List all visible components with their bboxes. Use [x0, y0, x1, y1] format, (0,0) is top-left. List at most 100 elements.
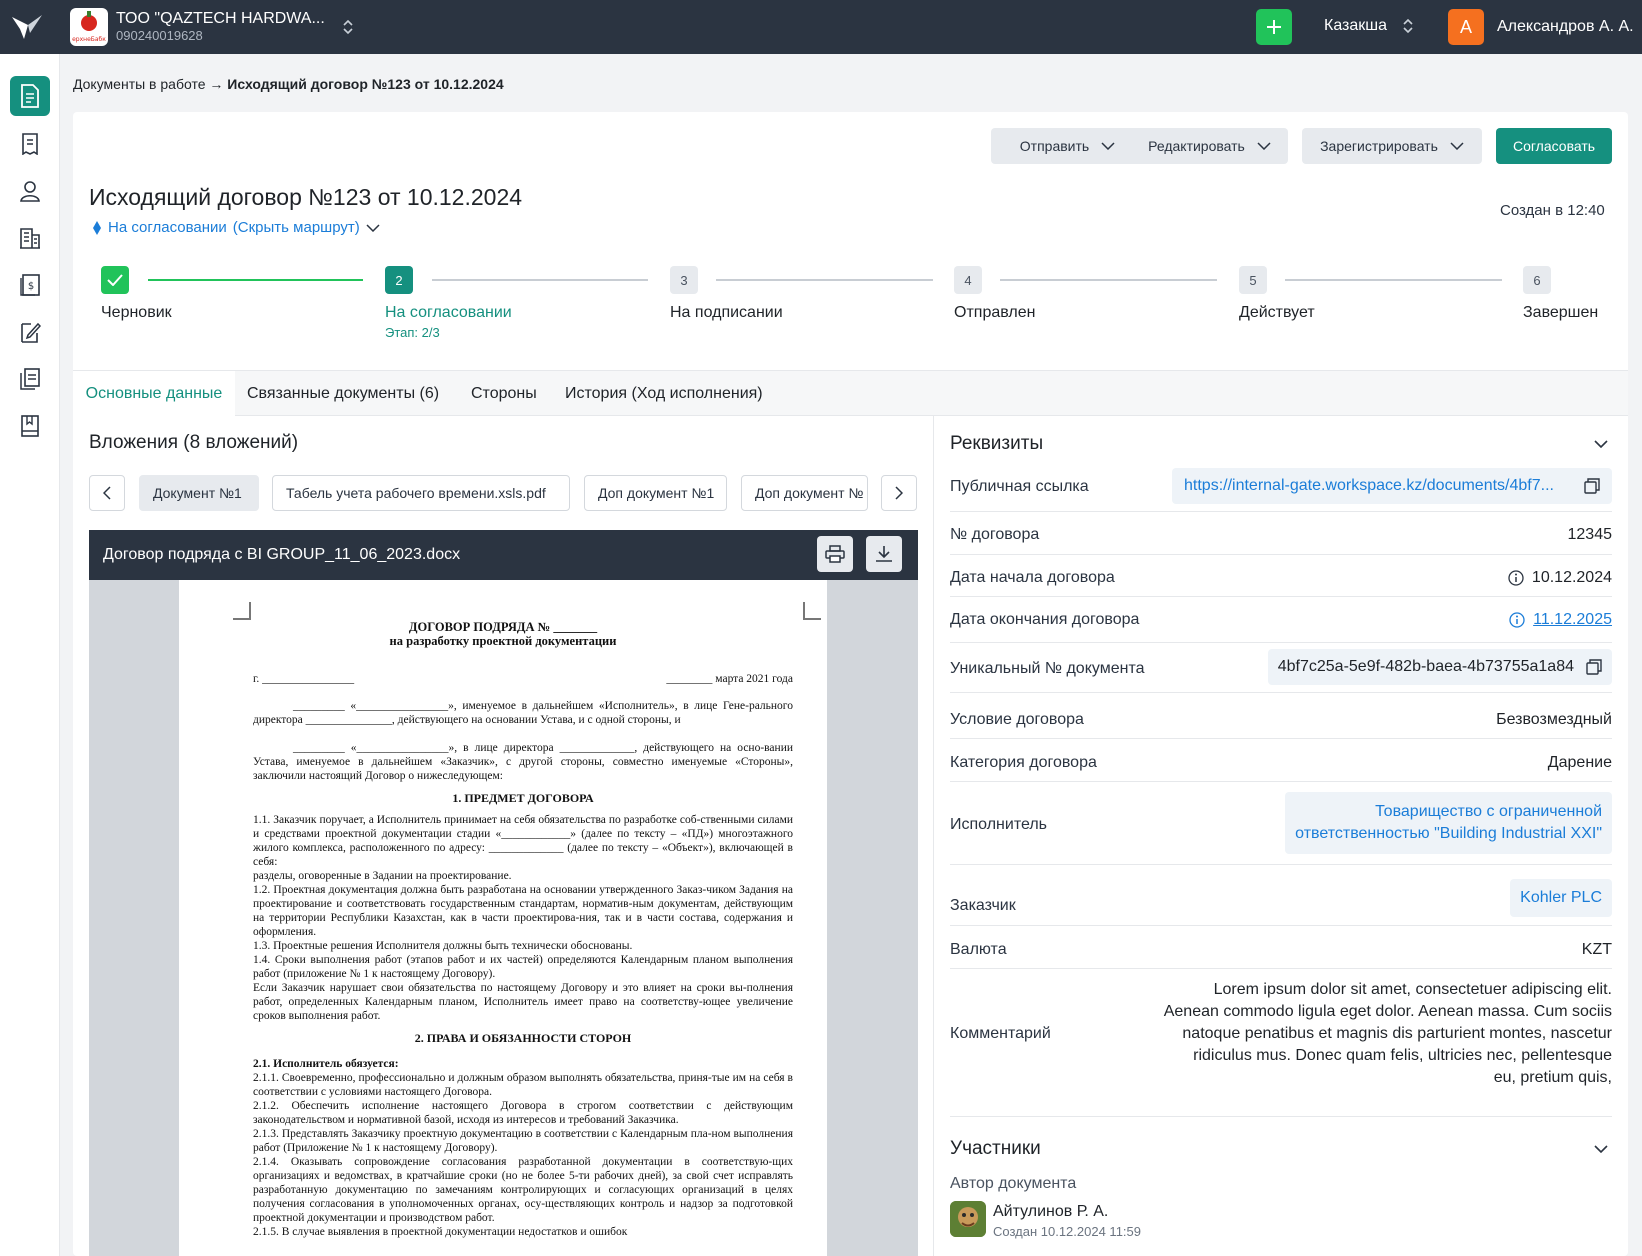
row-end-date: Дата окончания договора 11.12.2025	[950, 597, 1612, 643]
language-switcher[interactable]: Казакша	[1324, 17, 1413, 35]
document-viewer[interactable]: ДОГОВОР ПОДРЯДА № _______ на разработку …	[89, 580, 918, 1256]
attachment-chip[interactable]: Доп документ №1	[584, 475, 727, 511]
user-name[interactable]: Александров А. А.	[1497, 18, 1634, 36]
column-divider	[933, 416, 934, 1256]
contract-number-label: № договора	[950, 526, 1040, 543]
edit-document-icon	[21, 322, 41, 343]
sidebar-item-finance[interactable]: $	[10, 265, 50, 305]
check-icon	[107, 274, 123, 286]
user-icon	[20, 181, 40, 202]
step-1-marker	[101, 266, 129, 294]
row-currency: Валюта KZT	[950, 926, 1612, 969]
language-label: Казакша	[1324, 17, 1388, 34]
requisites-title: Реквизиты	[950, 433, 1044, 454]
copy-icon[interactable]	[1584, 478, 1600, 494]
step-connector	[1000, 279, 1217, 281]
org-logo: ерхнеБабк	[70, 8, 108, 46]
status-text: На согласовании	[108, 219, 227, 236]
comment-label: Комментарий	[950, 1025, 1051, 1042]
sidebar-item-documents[interactable]	[10, 76, 50, 116]
sidebar-item-contacts[interactable]	[10, 171, 50, 211]
comment-value: Lorem ipsum dolor sit amet, consectetuer…	[1164, 979, 1612, 1089]
attachment-chip[interactable]: Документ №1	[139, 475, 259, 511]
sidebar-item-archive[interactable]	[10, 359, 50, 399]
public-link-value[interactable]: https://internal-gate.workspace.kz/docum…	[1184, 477, 1554, 495]
customer-link-box[interactable]: Kohler PLC	[1510, 879, 1612, 917]
print-icon	[825, 545, 845, 563]
unique-number-label: Уникальный № документа	[950, 660, 1145, 677]
bookmark-book-icon	[21, 415, 39, 437]
step-connector	[432, 279, 648, 281]
breadcrumb-parent[interactable]: Документы в работе	[73, 76, 206, 92]
attachments-prev-button[interactable]	[89, 475, 125, 511]
info-icon[interactable]	[1508, 570, 1524, 586]
sidebar-item-receipts[interactable]	[10, 124, 50, 164]
download-icon	[876, 546, 892, 562]
contract-paragraph: 2.1.5. В случае выявления в проектной до…	[253, 1226, 628, 1238]
participants-collapse-chevron-icon[interactable]	[1594, 1145, 1608, 1153]
row-contract-number: № договора 12345	[950, 512, 1612, 555]
start-date-value-wrap: 10.12.2024	[1508, 569, 1612, 587]
org-switch-chevrons-icon[interactable]	[343, 19, 353, 35]
edit-button[interactable]: Редактировать	[1131, 128, 1288, 164]
sidebar: $	[0, 54, 60, 1256]
step-6-label: Завершен	[1523, 304, 1599, 321]
page-title: Исходящий договор №123 от 10.12.2024	[89, 184, 523, 210]
end-date-label: Дата окончания договора	[950, 611, 1140, 628]
author-label: Автор документа	[950, 1175, 1077, 1192]
step-5-label: Действует	[1239, 304, 1315, 321]
info-icon[interactable]	[1509, 612, 1525, 628]
step-2-marker: 2	[385, 266, 413, 294]
sidebar-item-registry[interactable]	[10, 406, 50, 446]
tab-related-documents[interactable]: Связанные документы (6)	[235, 371, 451, 417]
send-button[interactable]: Отправить	[991, 128, 1144, 164]
copy-icon[interactable]	[1586, 659, 1602, 675]
attachment-chip[interactable]: Доп документ №	[741, 475, 868, 511]
author-avatar[interactable]	[950, 1201, 986, 1237]
svg-text:ерхнеБабк: ерхнеБабк	[72, 36, 106, 43]
chevron-down-icon[interactable]	[366, 223, 380, 232]
row-customer: Заказчик Kohler PLC	[950, 865, 1612, 926]
contract-paragraph: 2.1.3. Представлять Заказчику проектную …	[253, 1128, 793, 1154]
comment-line: ridiculus mus. Donec quam felis, ultrici…	[1193, 1047, 1612, 1064]
condition-label: Условие договора	[950, 711, 1084, 728]
org-switcher[interactable]: ТОО "QAZTECH HARDWA... 090240019628	[116, 10, 325, 43]
requisites-collapse-chevron-icon[interactable]	[1594, 440, 1608, 448]
user-avatar[interactable]: А	[1448, 9, 1484, 45]
end-date-value[interactable]: 11.12.2025	[1533, 611, 1612, 629]
breadcrumb-separator: →	[209, 76, 224, 92]
step-4-marker: 4	[954, 266, 982, 294]
register-button[interactable]: Зарегистрировать	[1302, 128, 1482, 164]
author-name[interactable]: Айтулинов Р. А.	[993, 1203, 1108, 1221]
step-2-label: На согласовании	[385, 304, 512, 321]
contract-paragraph: _________ «________________», именуемое …	[253, 700, 793, 726]
executor-link-box[interactable]: Товарищество с ограниченной ответственно…	[1285, 792, 1612, 854]
svg-text:$: $	[28, 281, 34, 292]
contract-paragraph: _________ «________________», в лице дир…	[253, 742, 793, 782]
contract-paragraph: 1.4. Сроки выполнения работ (этапов рабо…	[253, 954, 793, 980]
approve-button[interactable]: Согласовать	[1496, 128, 1612, 164]
tab-main-data[interactable]: Основные данные	[73, 371, 235, 417]
sidebar-item-signing[interactable]	[10, 312, 50, 352]
attachment-chip[interactable]: Табель учета рабочего времени.xsls.pdf	[272, 475, 570, 511]
print-button[interactable]	[817, 536, 853, 572]
step-4-label: Отправлен	[954, 304, 1036, 321]
tab-history[interactable]: История (Ход исполнения)	[553, 371, 775, 417]
tab-parties[interactable]: Стороны	[459, 371, 549, 417]
route-toggle-link[interactable]: (Скрыть маршрут)	[233, 219, 360, 236]
step-1-label: Черновик	[101, 304, 172, 321]
create-button[interactable]	[1256, 9, 1292, 45]
document-icon	[21, 84, 39, 108]
row-condition: Условие договора Безвозмездный	[950, 693, 1612, 739]
download-button[interactable]	[866, 536, 902, 572]
app-logo-icon[interactable]	[0, 0, 54, 54]
unique-number-box: 4bf7c25a-5e9f-482b-baea-4b73755a1a84	[1267, 649, 1612, 685]
building-icon	[20, 228, 40, 249]
attachments-next-button[interactable]	[881, 475, 917, 511]
sidebar-item-organizations[interactable]	[10, 218, 50, 258]
contract-paragraph: 1.1. Заказчик поручает, а Исполнитель пр…	[253, 814, 793, 868]
step-2-stage: Этап: 2/3	[385, 325, 440, 340]
created-time: Создан в 12:40	[1500, 202, 1605, 219]
chevron-left-icon	[103, 486, 111, 500]
org-id: 090240019628	[116, 27, 203, 43]
